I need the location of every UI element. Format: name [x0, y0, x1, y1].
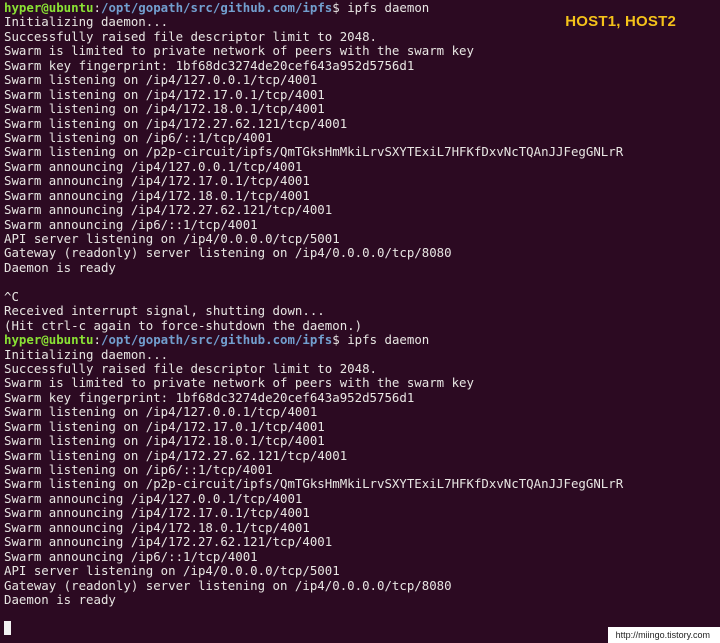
output-line: Daemon is ready: [4, 592, 116, 607]
output-line: Successfully raised file descriptor limi…: [4, 361, 377, 376]
output-line: Swarm is limited to private network of p…: [4, 376, 474, 391]
output-line: Swarm listening on /ip6/::1/tcp/4001: [4, 130, 273, 145]
prompt-path: /opt/gopath/src/github.com/ipfs: [101, 333, 333, 348]
output-line: Swarm listening on /p2p-circuit/ipfs/QmT…: [4, 477, 624, 492]
output-line: Swarm is limited to private network of p…: [4, 44, 474, 59]
output-line: Swarm announcing /ip4/127.0.0.1/tcp/4001: [4, 491, 303, 506]
output-line: Swarm key fingerprint: 1bf68dc3274de20ce…: [4, 390, 415, 405]
output-line: Initializing daemon...: [4, 347, 169, 362]
output-line: Gateway (readonly) server listening on /…: [4, 578, 452, 593]
prompt-separator: :: [93, 333, 101, 348]
terminal-window[interactable]: hyper@ubuntu:/opt/gopath/src/github.com/…: [0, 0, 720, 643]
output-line: Swarm listening on /p2p-circuit/ipfs/QmT…: [4, 145, 624, 160]
prompt-path: /opt/gopath/src/github.com/ipfs: [101, 1, 333, 15]
output-line: Swarm listening on /ip4/172.27.62.121/tc…: [4, 116, 348, 131]
output-line: Swarm listening on /ip4/172.18.0.1/tcp/4…: [4, 102, 325, 117]
host-annotation: HOST1, HOST2: [565, 13, 676, 30]
output-line: Swarm listening on /ip4/172.27.62.121/tc…: [4, 448, 348, 463]
output-line: API server listening on /ip4/0.0.0.0/tcp…: [4, 564, 340, 579]
prompt-user: hyper@ubuntu: [4, 1, 94, 15]
command-text: ipfs daemon: [339, 333, 430, 348]
output-line: Swarm listening on /ip4/172.17.0.1/tcp/4…: [4, 419, 325, 434]
prompt-line: hyper@ubuntu:/opt/gopath/src/github.com/…: [4, 333, 716, 347]
terminal-output: hyper@ubuntu:/opt/gopath/src/github.com/…: [4, 1, 716, 607]
output-line: Swarm announcing /ip4/127.0.0.1/tcp/4001: [4, 159, 303, 174]
output-line: Swarm announcing /ip4/172.18.0.1/tcp/400…: [4, 520, 310, 535]
output-line: API server listening on /ip4/0.0.0.0/tcp…: [4, 232, 340, 246]
output-line: Swarm announcing /ip6/::1/tcp/4001: [4, 549, 258, 564]
prompt-symbol: $: [332, 1, 340, 15]
output-line: Successfully raised file descriptor limi…: [4, 29, 377, 44]
prompt-separator: :: [93, 1, 101, 15]
watermark: http://miingo.tistory.com: [607, 627, 720, 643]
output-line: Received interrupt signal, shutting down…: [4, 304, 325, 319]
prompt-symbol: $: [332, 333, 340, 348]
output-line: Swarm listening on /ip4/127.0.0.1/tcp/40…: [4, 73, 318, 88]
command-text: ipfs daemon: [339, 1, 430, 15]
output-line: Daemon is ready: [4, 260, 116, 275]
output-line: Swarm key fingerprint: 1bf68dc3274de20ce…: [4, 58, 415, 73]
output-line: Swarm announcing /ip6/::1/tcp/4001: [4, 217, 258, 232]
output-line: Swarm listening on /ip4/172.17.0.1/tcp/4…: [4, 87, 325, 102]
output-line: Swarm listening on /ip4/172.18.0.1/tcp/4…: [4, 434, 325, 449]
output-line: Swarm announcing /ip4/172.17.0.1/tcp/400…: [4, 506, 310, 521]
prompt-user: hyper@ubuntu: [4, 333, 94, 348]
terminal-cursor: [4, 621, 11, 635]
output-line: Swarm listening on /ip4/127.0.0.1/tcp/40…: [4, 405, 318, 420]
output-line: Swarm announcing /ip4/172.18.0.1/tcp/400…: [4, 188, 310, 203]
output-line: (Hit ctrl-c again to force-shutdown the …: [4, 318, 363, 333]
output-line: ^C: [4, 289, 19, 304]
output-line: Swarm announcing /ip4/172.27.62.121/tcp/…: [4, 535, 333, 550]
output-line: Swarm announcing /ip4/172.17.0.1/tcp/400…: [4, 174, 310, 189]
output-line: Swarm listening on /ip6/::1/tcp/4001: [4, 463, 273, 477]
output-line: Swarm announcing /ip4/172.27.62.121/tcp/…: [4, 203, 333, 218]
output-line: Gateway (readonly) server listening on /…: [4, 246, 452, 261]
